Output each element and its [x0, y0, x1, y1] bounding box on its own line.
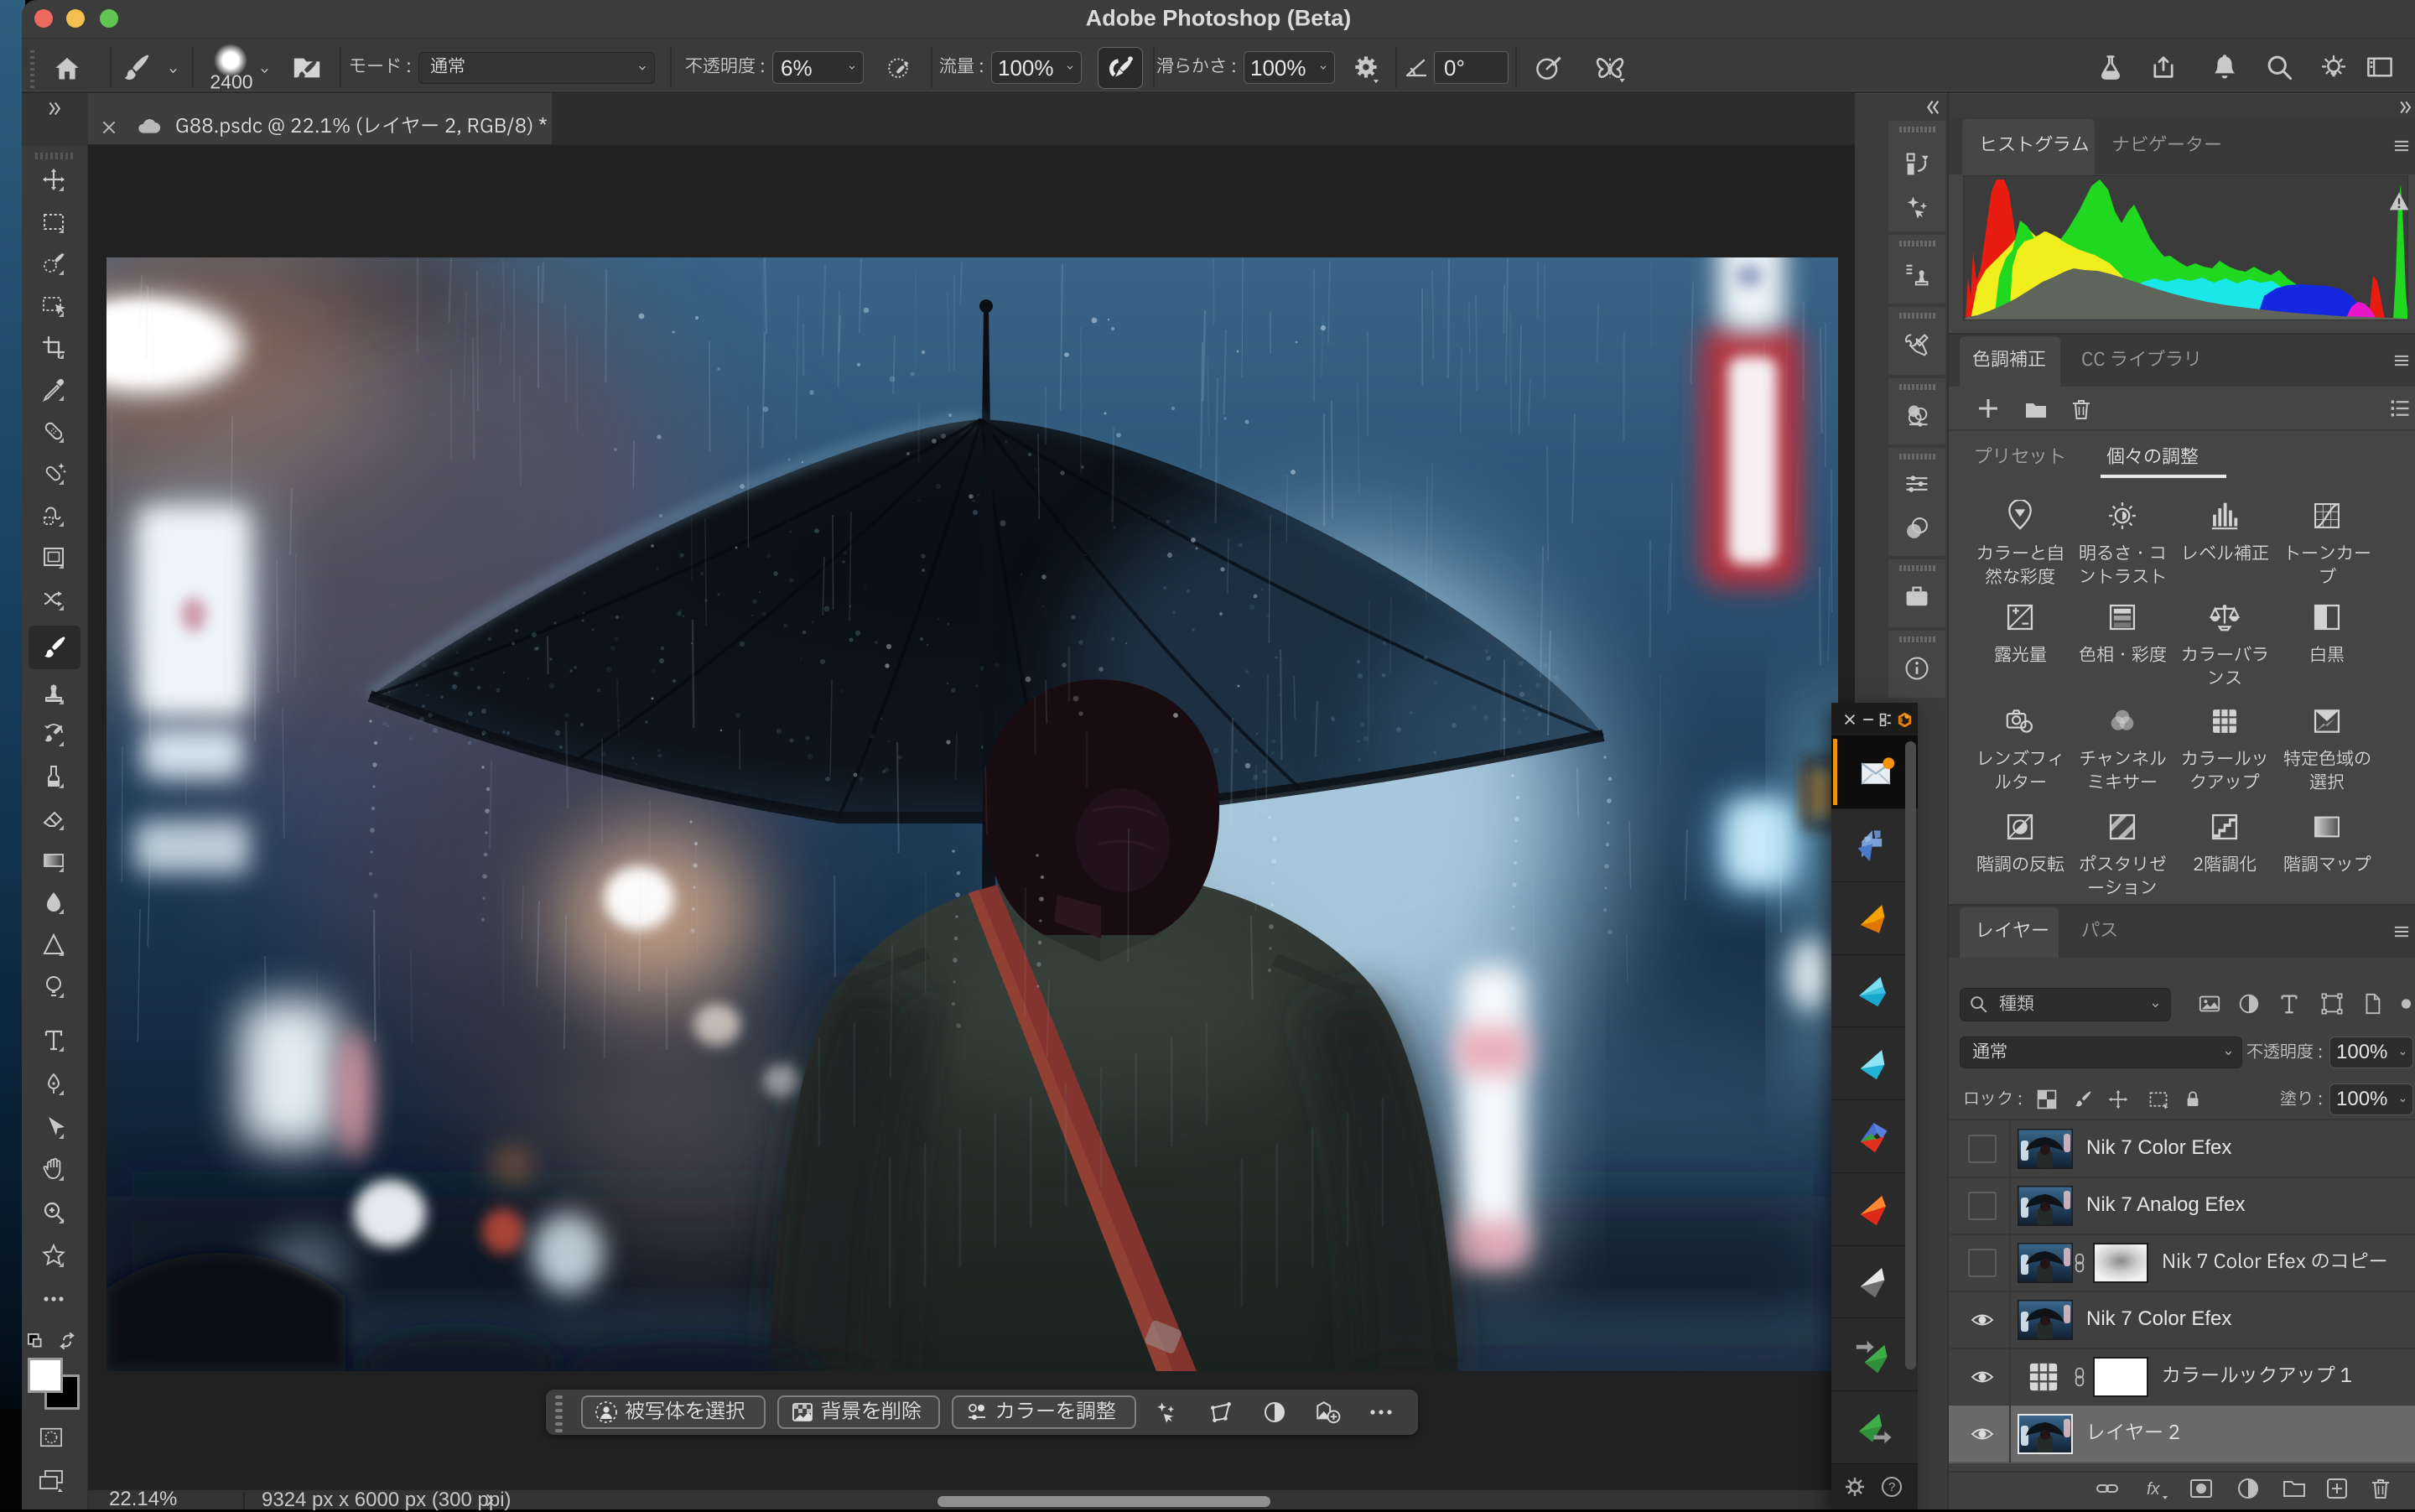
svg-text:?: ? [1888, 1480, 1895, 1494]
svg-text:fx: fx [2147, 1480, 2161, 1499]
